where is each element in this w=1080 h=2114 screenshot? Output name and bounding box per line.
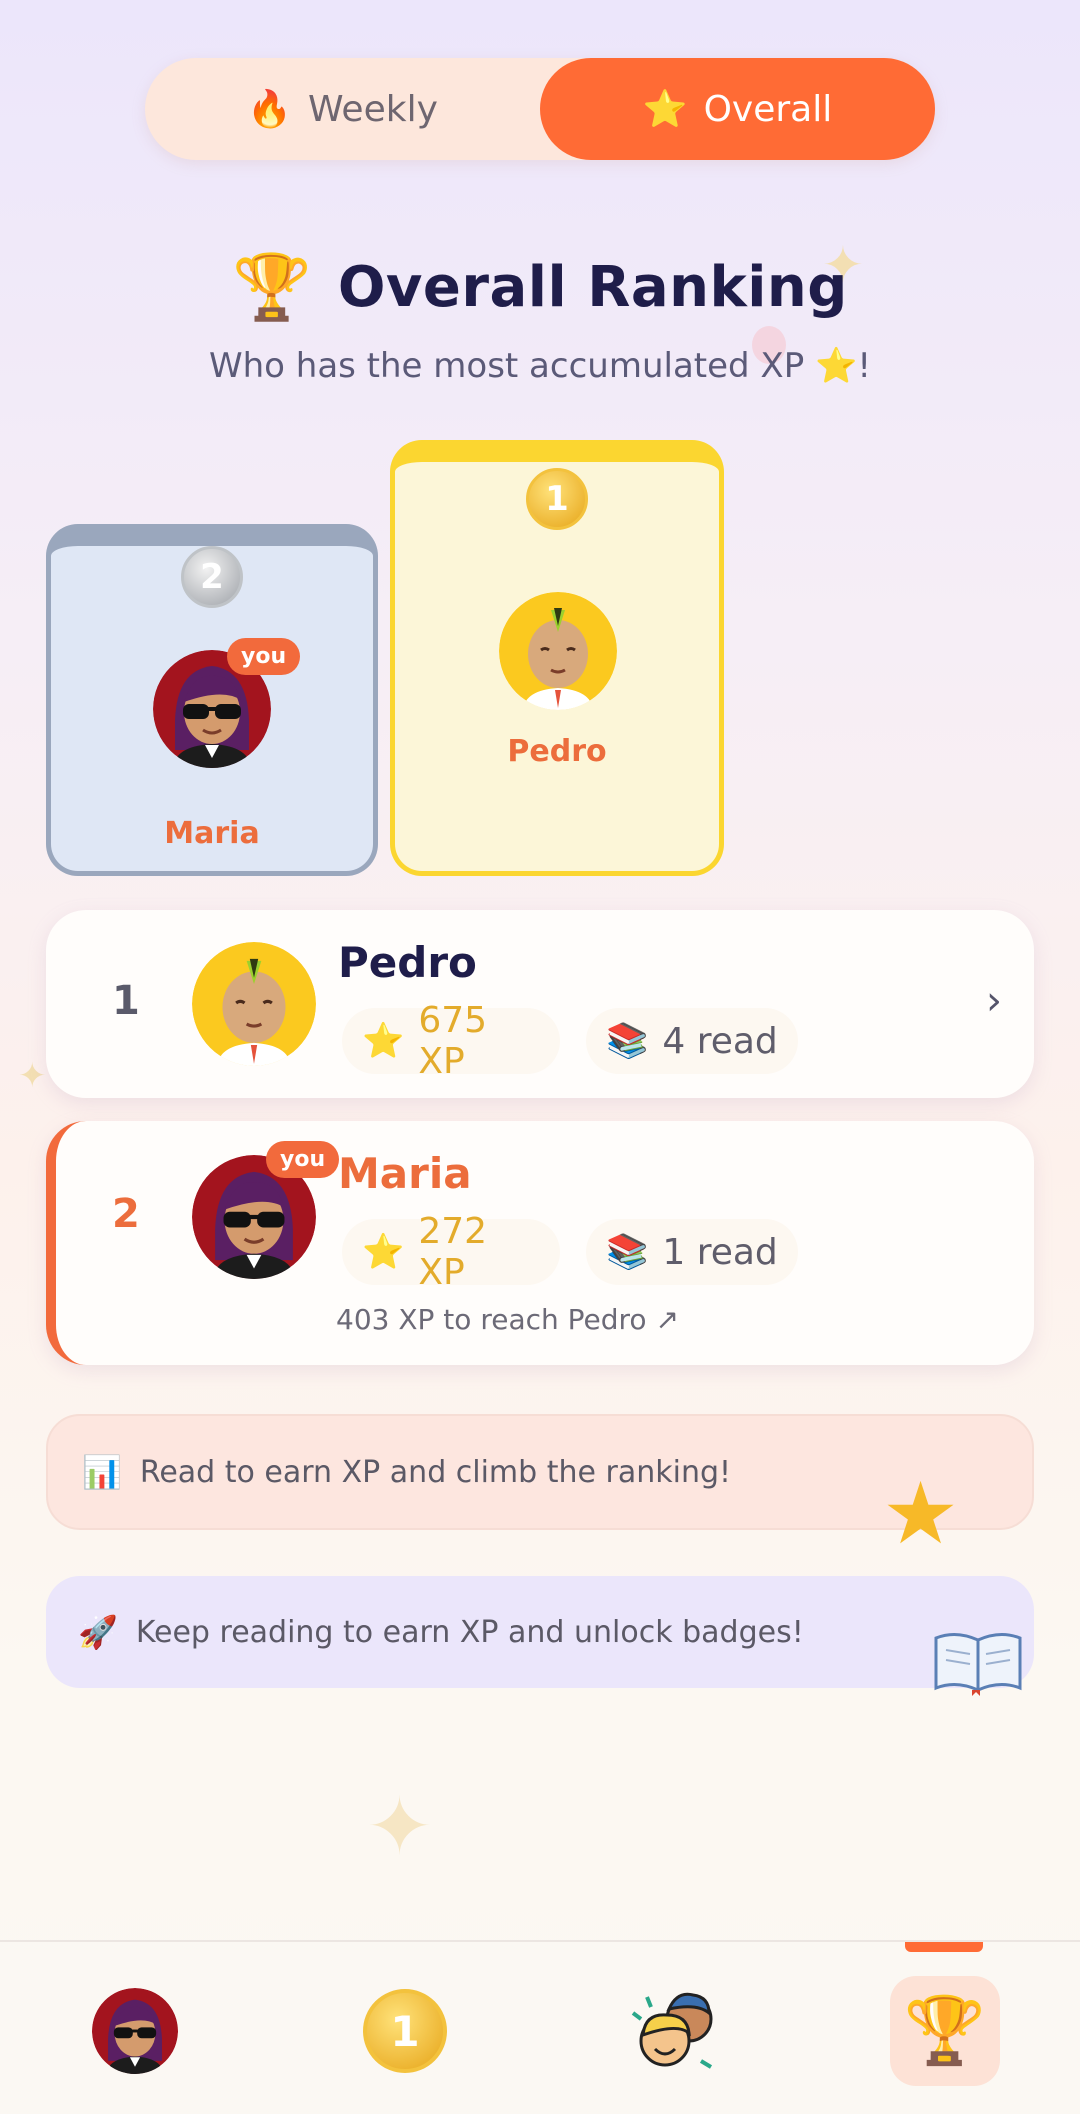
nav-ranking[interactable]: 🏆 xyxy=(890,1976,1000,2086)
profile-avatar-icon xyxy=(92,1988,178,2074)
rank-number: 1 xyxy=(112,978,140,1024)
tip-banner: 🚀 Keep reading to earn XP and unlock bad… xyxy=(46,1576,1034,1688)
player-name: Maria xyxy=(338,1149,472,1198)
nav-profile[interactable] xyxy=(80,1976,190,2086)
bar-chart-icon: 📊 xyxy=(82,1453,122,1491)
tab-weekly-label: Weekly xyxy=(307,88,438,130)
read-count: 1 read xyxy=(662,1231,778,1273)
xp-pill: ⭐ 675 XP xyxy=(342,1000,560,1082)
coin-icon: 1 xyxy=(363,1989,447,2073)
you-badge: you xyxy=(266,1141,340,1178)
ranking-period-toggle: 🔥 Weekly ⭐ Overall xyxy=(145,58,935,160)
ranking-row[interactable]: 1 Pedro ⭐ 675 XP 📚 4 read › xyxy=(46,910,1034,1098)
fire-icon: 🔥 xyxy=(247,89,292,130)
rank-number: 2 xyxy=(112,1191,140,1237)
xp-value: 675 XP xyxy=(418,1000,488,1082)
page-heading: 🏆 Overall Ranking xyxy=(0,250,1080,325)
active-tab-indicator xyxy=(905,1942,983,1952)
page-subtitle: Who has the most accumulated XP ⭐! xyxy=(209,346,871,386)
star-decoration-icon: ★ xyxy=(882,1464,960,1564)
nav-coins[interactable]: 1 xyxy=(350,1976,460,2086)
ranking-row[interactable]: 2 you Maria ⭐ 272 XP 📚 1 read 403 XP to … xyxy=(46,1121,1034,1365)
books-icon: 📚 xyxy=(606,1021,649,1061)
books-icon: 📚 xyxy=(606,1232,649,1272)
podium-first-place[interactable]: 1 Pedro xyxy=(390,440,724,876)
chevron-right-icon[interactable]: › xyxy=(986,978,1002,1024)
tab-overall[interactable]: ⭐ Overall xyxy=(540,58,935,160)
xp-pill: ⭐ 272 XP xyxy=(342,1211,560,1293)
star-icon: ⭐ xyxy=(642,89,688,130)
gold-medal-icon: 1 xyxy=(526,468,588,530)
read-pill: 📚 4 read xyxy=(586,1008,798,1074)
xp-value: 272 XP xyxy=(418,1211,488,1293)
avatar xyxy=(192,942,316,1066)
info-banner-text: Read to earn XP and climb the ranking! xyxy=(139,1454,732,1490)
sparkle-icon: ✦ xyxy=(366,1780,434,1873)
star-icon: ⭐ xyxy=(362,1232,405,1272)
tab-weekly[interactable]: 🔥 Weekly xyxy=(145,58,540,160)
podium-name: Maria xyxy=(164,816,260,851)
xp-to-next-text: 403 XP to reach Pedro ↗ xyxy=(336,1303,679,1336)
silver-medal-icon: 2 xyxy=(181,546,243,608)
podium-second-place[interactable]: 2 you Maria xyxy=(46,524,378,876)
nav-friends[interactable] xyxy=(620,1976,730,2086)
tip-banner-text: Keep reading to earn XP and unlock badge… xyxy=(135,1614,804,1650)
avatar xyxy=(499,592,617,710)
bottom-navigation: 1 🏆 xyxy=(0,1940,1080,2114)
sparkle-icon: ✦ xyxy=(18,1056,47,1096)
star-icon: ⭐ xyxy=(362,1021,405,1061)
player-name: Pedro xyxy=(338,938,477,987)
trophy-icon: 🏆 xyxy=(903,1992,987,2069)
tab-overall-label: Overall xyxy=(703,88,833,130)
trophy-icon: 🏆 xyxy=(232,251,312,325)
open-book-icon xyxy=(932,1626,1024,1696)
read-pill: 📚 1 read xyxy=(586,1219,798,1285)
podium-name: Pedro xyxy=(507,734,607,769)
read-count: 4 read xyxy=(662,1020,778,1062)
friends-icon xyxy=(631,1992,713,2069)
page-title: Overall Ranking xyxy=(337,255,848,320)
you-badge: you xyxy=(227,638,301,675)
rocket-icon: 🚀 xyxy=(78,1613,118,1651)
